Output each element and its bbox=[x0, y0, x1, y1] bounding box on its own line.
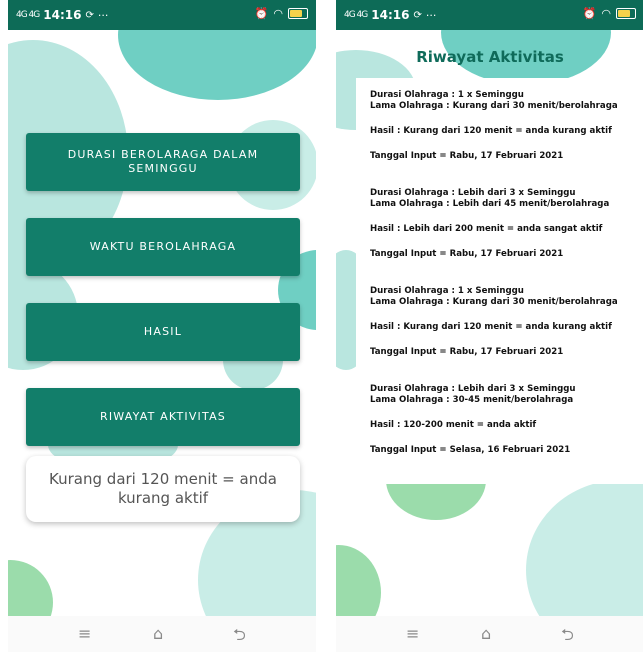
record-lama: Lama Olahraga : Kurang dari 30 menit/ber… bbox=[370, 101, 618, 111]
record-tanggal: Tanggal Input = Rabu, 17 Februari 2021 bbox=[370, 249, 564, 259]
record-durasi: Durasi Olahraga : Lebih dari 3 x Semingg… bbox=[370, 188, 576, 198]
battery-icon bbox=[616, 8, 636, 19]
record-lama: Lama Olahraga : 30-45 menit/berolahraga bbox=[370, 395, 574, 405]
history-screen: 4G 4G 14:16 ⟳ ··· ⏰ ◠ Riwayat Aktivitas … bbox=[336, 0, 643, 652]
button-label: DURASI BEROLARAGA DALAM SEMINGGU bbox=[67, 148, 259, 175]
record-durasi: Durasi Olahraga : 1 x Seminggu bbox=[370, 90, 524, 100]
back-icon[interactable]: ⮌ bbox=[561, 624, 574, 651]
button-label: RIWAYAT AKTIVITAS bbox=[100, 410, 226, 423]
history-record: Durasi Olahraga : 1 x Seminggu Lama Olah… bbox=[370, 286, 643, 358]
clock: 14:16 bbox=[43, 8, 82, 22]
record-lama: Lama Olahraga : Lebih dari 45 menit/bero… bbox=[370, 199, 610, 209]
riwayat-aktivitas-button[interactable]: RIWAYAT AKTIVITAS bbox=[26, 388, 300, 446]
record-hasil: Hasil : 120-200 menit = anda aktif bbox=[370, 420, 537, 430]
signal-indicator: 4G 4G bbox=[16, 10, 40, 20]
button-label: HASIL bbox=[143, 325, 183, 338]
record-lama: Lama Olahraga : Kurang dari 30 menit/ber… bbox=[370, 297, 618, 307]
waktu-olahraga-button[interactable]: WAKTU BEROLAHRAGA bbox=[26, 218, 300, 276]
history-record: Durasi Olahraga : Lebih dari 3 x Semingg… bbox=[370, 188, 643, 260]
navigation-bar: ≡ ⌂ ⮌ bbox=[8, 616, 316, 652]
hasil-button[interactable]: HASIL bbox=[26, 303, 300, 361]
record-hasil: Hasil : Lebih dari 200 menit = anda sang… bbox=[370, 224, 603, 234]
durasi-olahraga-button[interactable]: DURASI BEROLARAGA DALAM SEMINGGU bbox=[26, 133, 300, 191]
sync-icon: ⟳ bbox=[413, 9, 422, 21]
alarm-icon: ⏰ bbox=[254, 7, 269, 20]
page-title: Riwayat Aktivitas bbox=[416, 48, 564, 66]
menu-screen: 4G 4G 14:16 ⟳ ··· ⏰ ◠ DURASI BEROLARAGA … bbox=[8, 0, 316, 652]
history-list: Durasi Olahraga : 1 x Seminggu Lama Olah… bbox=[356, 78, 643, 484]
record-tanggal: Tanggal Input = Rabu, 17 Februari 2021 bbox=[370, 347, 564, 357]
sync-icon: ⟳ bbox=[85, 9, 94, 21]
back-icon[interactable]: ⮌ bbox=[233, 624, 246, 651]
history-record: Durasi Olahraga : Lebih dari 3 x Semingg… bbox=[370, 384, 643, 456]
record-hasil: Hasil : Kurang dari 120 menit = anda kur… bbox=[370, 126, 612, 136]
record-tanggal: Tanggal Input = Selasa, 16 Februari 2021 bbox=[370, 445, 571, 455]
clock: 14:16 bbox=[371, 8, 410, 22]
history-record: Durasi Olahraga : 1 x Seminggu Lama Olah… bbox=[370, 78, 643, 162]
more-indicator: ··· bbox=[97, 8, 109, 22]
record-tanggal: Tanggal Input = Rabu, 17 Februari 2021 bbox=[370, 151, 564, 161]
status-bar: 4G 4G 14:16 ⟳ ··· ⏰ ◠ bbox=[336, 0, 643, 30]
wifi-icon: ◠ bbox=[601, 7, 611, 20]
menu-icon[interactable]: ≡ bbox=[406, 624, 419, 643]
status-bar: 4G 4G 14:16 ⟳ ··· ⏰ ◠ bbox=[8, 0, 316, 30]
more-indicator: ··· bbox=[425, 8, 437, 22]
battery-icon bbox=[288, 8, 308, 19]
record-hasil: Hasil : Kurang dari 120 menit = anda kur… bbox=[370, 322, 612, 332]
record-durasi: Durasi Olahraga : Lebih dari 3 x Semingg… bbox=[370, 384, 576, 394]
button-label: WAKTU BEROLAHRAGA bbox=[89, 240, 237, 253]
home-icon[interactable]: ⌂ bbox=[481, 624, 491, 643]
wifi-icon: ◠ bbox=[273, 7, 283, 20]
signal-indicator: 4G 4G bbox=[344, 10, 368, 20]
alarm-icon: ⏰ bbox=[582, 7, 597, 20]
result-text: Kurang dari 120 menit = anda kurang akti… bbox=[49, 470, 277, 507]
navigation-bar: ≡ ⌂ ⮌ bbox=[336, 616, 643, 652]
result-card: Kurang dari 120 menit = anda kurang akti… bbox=[26, 456, 300, 522]
menu-icon[interactable]: ≡ bbox=[78, 624, 91, 643]
home-icon[interactable]: ⌂ bbox=[153, 624, 163, 643]
record-durasi: Durasi Olahraga : 1 x Seminggu bbox=[370, 286, 524, 296]
